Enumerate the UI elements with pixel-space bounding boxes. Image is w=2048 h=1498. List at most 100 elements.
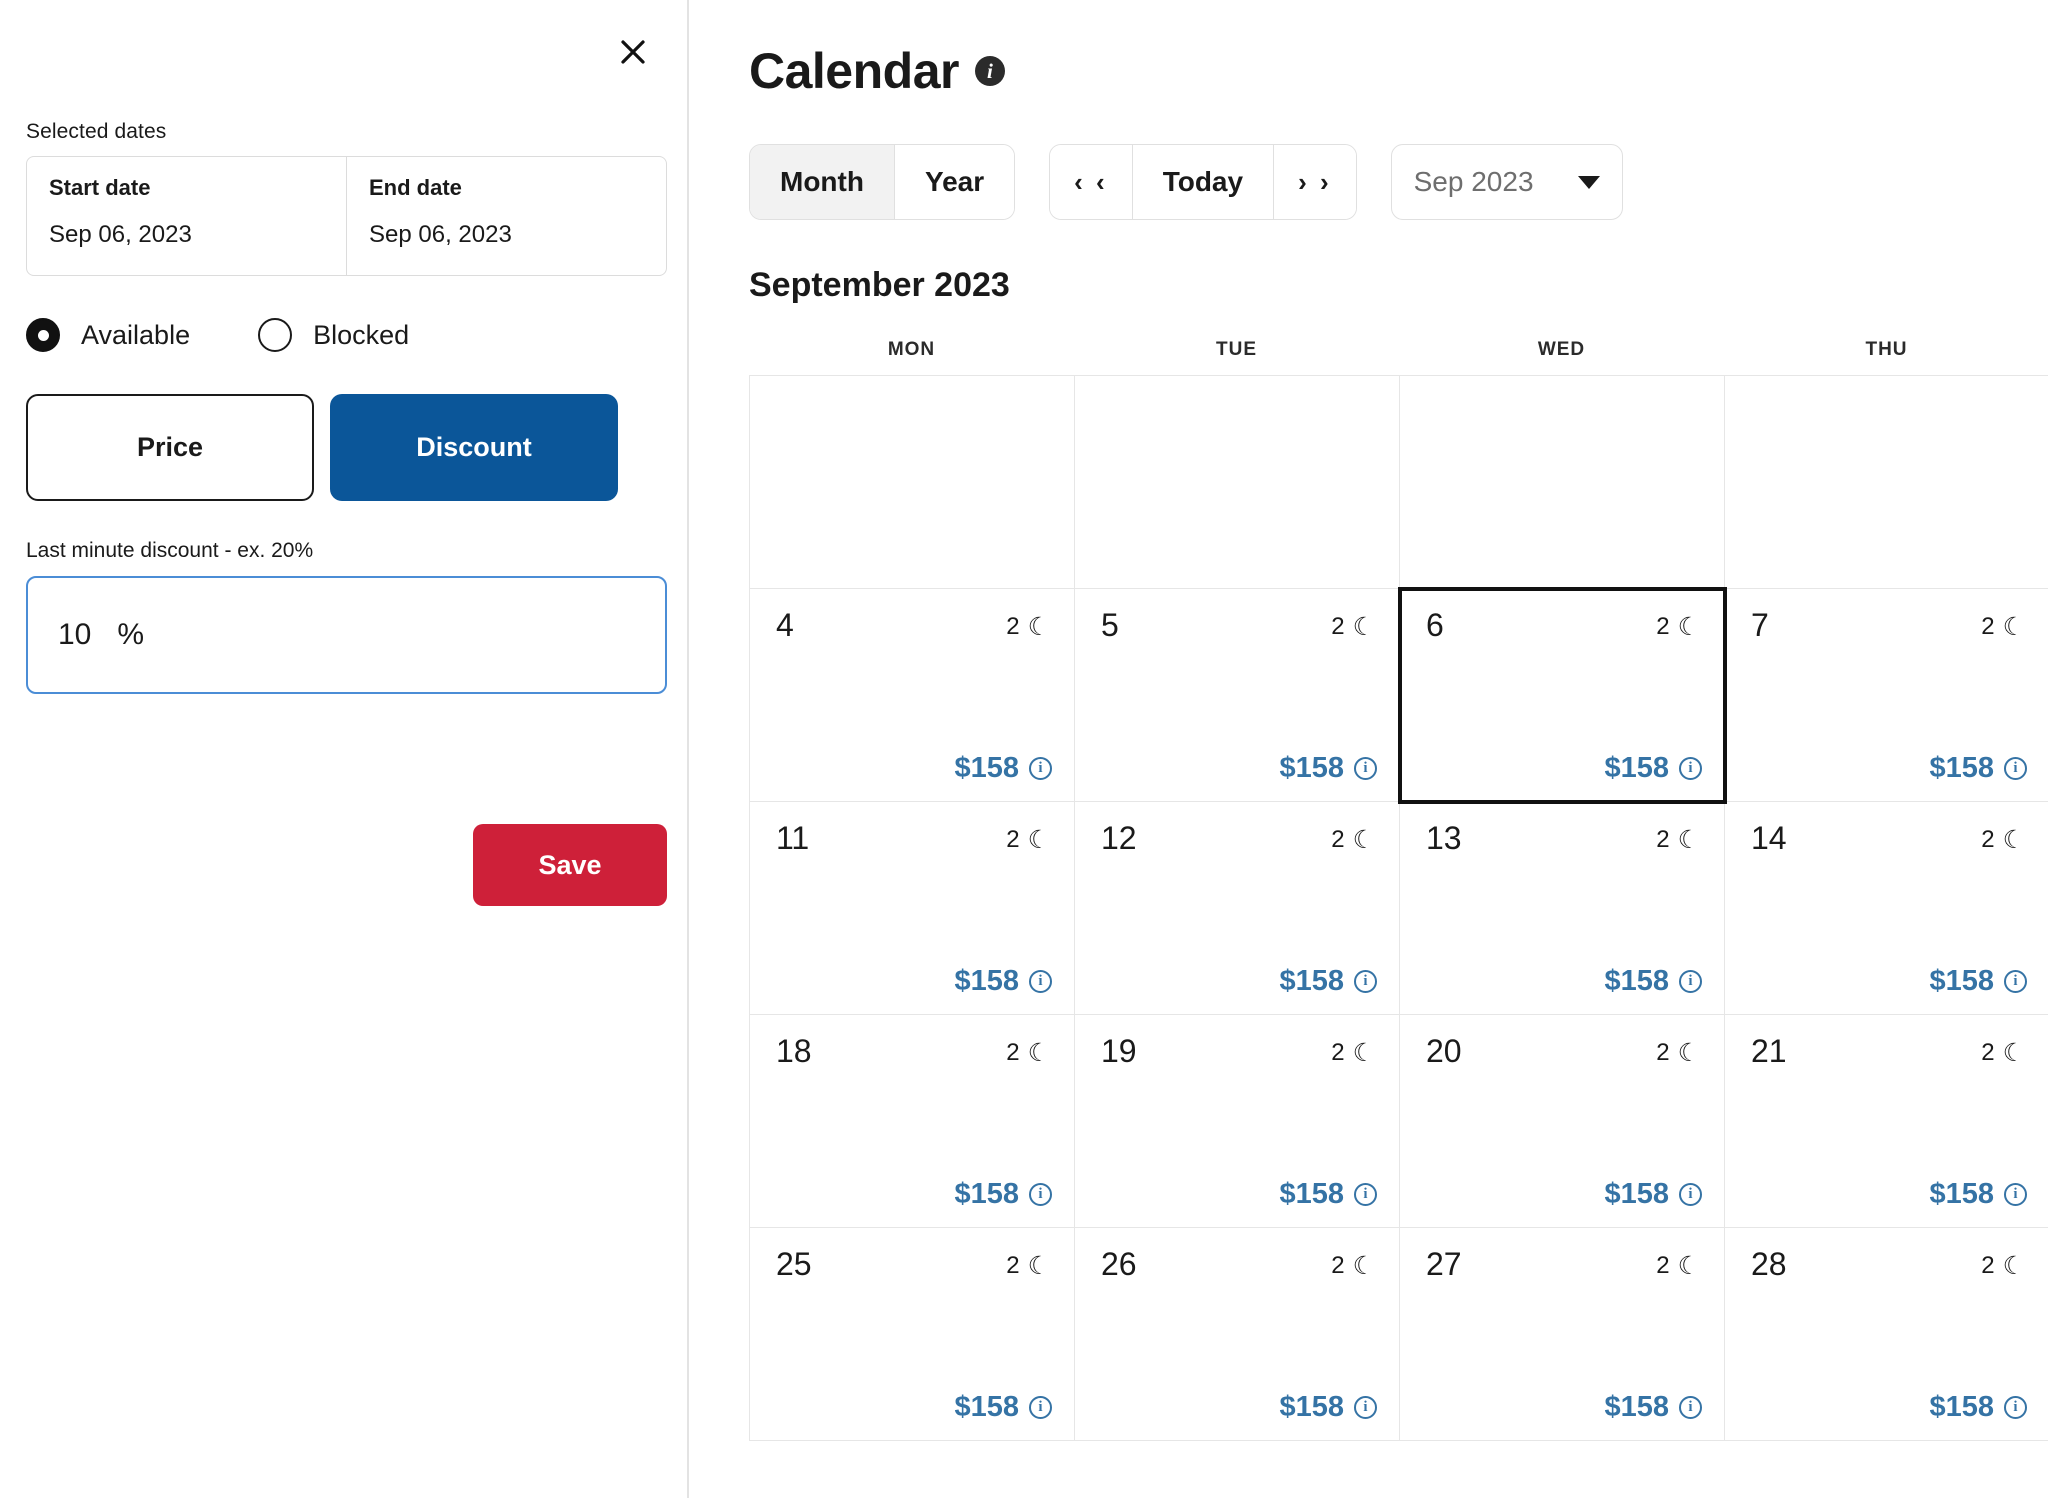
min-nights-value: 2	[1331, 1039, 1345, 1066]
day-price-value: $158	[1929, 1391, 1994, 1423]
price-info-icon[interactable]: i	[1679, 1396, 1702, 1419]
calendar-day-cell[interactable]: 6 2 ☾ $158 i	[1398, 587, 1727, 804]
moon-icon: ☾	[1027, 612, 1050, 641]
close-icon[interactable]	[605, 24, 661, 80]
start-date-field[interactable]: Start date Sep 06, 2023	[27, 157, 346, 275]
discount-button[interactable]: Discount	[330, 394, 618, 501]
save-button[interactable]: Save	[473, 824, 667, 906]
price-info-icon[interactable]: i	[1029, 1396, 1052, 1419]
price-info-icon[interactable]: i	[1354, 970, 1377, 993]
price-info-icon[interactable]: i	[1029, 1183, 1052, 1206]
moon-icon: ☾	[2002, 1038, 2025, 1067]
price-info-icon[interactable]: i	[2004, 1183, 2027, 1206]
min-nights: 2 ☾	[1331, 1039, 1375, 1067]
min-nights: 2 ☾	[1656, 613, 1700, 641]
day-price[interactable]: $158 i	[1604, 965, 1702, 998]
price-info-icon[interactable]: i	[1679, 1183, 1702, 1206]
discount-input[interactable]: 10 %	[26, 576, 667, 694]
calendar-day-cell[interactable]: 4 2 ☾ $158 i	[750, 589, 1075, 802]
info-icon[interactable]: i	[974, 56, 1005, 86]
next-month-button[interactable]: › ›	[1273, 145, 1356, 219]
min-nights: 2 ☾	[1656, 826, 1700, 854]
day-price[interactable]: $158 i	[1279, 965, 1377, 998]
min-nights: 2 ☾	[1006, 1252, 1050, 1280]
day-price[interactable]: $158 i	[1604, 1178, 1702, 1211]
min-nights: 2 ☾	[1981, 1252, 2025, 1280]
day-price[interactable]: $158 i	[954, 965, 1052, 998]
price-info-icon[interactable]: i	[1354, 1183, 1377, 1206]
start-date-label: Start date	[49, 175, 151, 200]
price-info-icon[interactable]: i	[1679, 757, 1702, 780]
dow-tue: TUE	[1216, 339, 1257, 360]
calendar-day-cell[interactable]: 19 2 ☾ $158 i	[1075, 1015, 1400, 1228]
end-date-field[interactable]: End date Sep 06, 2023	[346, 157, 666, 275]
price-info-icon[interactable]: i	[1029, 970, 1052, 993]
radio-blocked-label: Blocked	[313, 319, 410, 350]
calendar-day-cell[interactable]: 5 2 ☾ $158 i	[1075, 589, 1400, 802]
tab-month[interactable]: Month	[750, 145, 894, 219]
moon-icon: ☾	[1352, 1251, 1375, 1280]
calendar-day-cell[interactable]: 7 2 ☾ $158 i	[1725, 589, 2048, 802]
day-price-value: $158	[1929, 1178, 1994, 1210]
selected-dates-label: Selected dates	[26, 120, 167, 143]
min-nights-value: 2	[1331, 1252, 1345, 1279]
day-price[interactable]: $158 i	[1604, 752, 1702, 785]
day-number: 12	[1101, 820, 1137, 856]
day-price[interactable]: $158 i	[1929, 1178, 2027, 1211]
calendar-panel: Calendar i Month Year ‹ ‹ Today › › Sep …	[689, 0, 2048, 1498]
radio-available[interactable]: Available	[26, 318, 190, 352]
calendar-day-cell[interactable]: 26 2 ☾ $158 i	[1075, 1228, 1400, 1441]
moon-icon: ☾	[1677, 612, 1700, 641]
radio-blocked[interactable]: Blocked	[258, 318, 409, 352]
price-info-icon[interactable]: i	[1354, 757, 1377, 780]
price-info-icon[interactable]: i	[2004, 757, 2027, 780]
day-price-value: $158	[1604, 1391, 1669, 1423]
day-price[interactable]: $158 i	[954, 752, 1052, 785]
price-info-icon[interactable]: i	[2004, 970, 2027, 993]
day-price-value: $158	[1279, 1391, 1344, 1423]
calendar-week-row: 4 2 ☾ $158 i 5 2 ☾ $158 i 6 2 ☾ $158 i 7 2 ☾ $158 i	[750, 587, 2048, 804]
min-nights-value: 2	[1981, 1252, 1995, 1279]
calendar-day-cell[interactable]: 25 2 ☾ $158 i	[750, 1228, 1075, 1441]
day-price[interactable]: $158 i	[1279, 1178, 1377, 1211]
day-number: 6	[1426, 607, 1444, 643]
today-button[interactable]: Today	[1131, 145, 1274, 219]
calendar-day-cell[interactable]: 14 2 ☾ $158 i	[1725, 802, 2048, 1015]
day-price[interactable]: $158 i	[954, 1391, 1052, 1424]
price-info-icon[interactable]: i	[1029, 757, 1052, 780]
day-price[interactable]: $158 i	[1279, 752, 1377, 785]
prev-month-button[interactable]: ‹ ‹	[1050, 145, 1132, 219]
calendar-day-cell[interactable]: 20 2 ☾ $158 i	[1400, 1015, 1725, 1228]
price-info-icon[interactable]: i	[1354, 1396, 1377, 1419]
min-nights-value: 2	[1981, 826, 1995, 853]
day-price[interactable]: $158 i	[954, 1178, 1052, 1211]
min-nights: 2 ☾	[1331, 1252, 1375, 1280]
day-price[interactable]: $158 i	[1604, 1391, 1702, 1424]
min-nights-value: 2	[1981, 613, 1995, 640]
day-number: 11	[776, 820, 810, 856]
day-price[interactable]: $158 i	[1929, 752, 2027, 785]
day-price[interactable]: $158 i	[1929, 965, 2027, 998]
calendar-day-cell[interactable]: 13 2 ☾ $158 i	[1400, 802, 1725, 1015]
dow-mon: MON	[887, 339, 936, 360]
calendar-day-cell[interactable]: 27 2 ☾ $158 i	[1400, 1228, 1725, 1441]
calendar-day-cell[interactable]: 18 2 ☾ $158 i	[750, 1015, 1075, 1228]
day-price[interactable]: $158 i	[1929, 1391, 2027, 1424]
moon-icon: ☾	[1027, 1038, 1050, 1067]
price-info-icon[interactable]: i	[2004, 1396, 2027, 1419]
calendar-day-cell[interactable]: 11 2 ☾ $158 i	[750, 802, 1075, 1015]
nav-group: ‹ ‹ Today › ›	[1049, 144, 1357, 220]
day-number: 18	[776, 1033, 812, 1069]
month-select-dropdown[interactable]: Sep 2023	[1390, 144, 1623, 220]
day-number: 4	[776, 607, 794, 643]
day-price-value: $158	[1929, 965, 1994, 997]
tab-year[interactable]: Year	[893, 145, 1015, 219]
min-nights-value: 2	[1656, 1039, 1670, 1066]
day-price[interactable]: $158 i	[1279, 1391, 1377, 1424]
price-button[interactable]: Price	[26, 394, 314, 501]
min-nights-value: 2	[1656, 1252, 1670, 1279]
calendar-day-cell[interactable]: 21 2 ☾ $158 i	[1725, 1015, 2048, 1228]
price-info-icon[interactable]: i	[1679, 970, 1702, 993]
calendar-day-cell[interactable]: 12 2 ☾ $158 i	[1075, 802, 1400, 1015]
calendar-day-cell[interactable]: 28 2 ☾ $158 i	[1725, 1228, 2048, 1441]
